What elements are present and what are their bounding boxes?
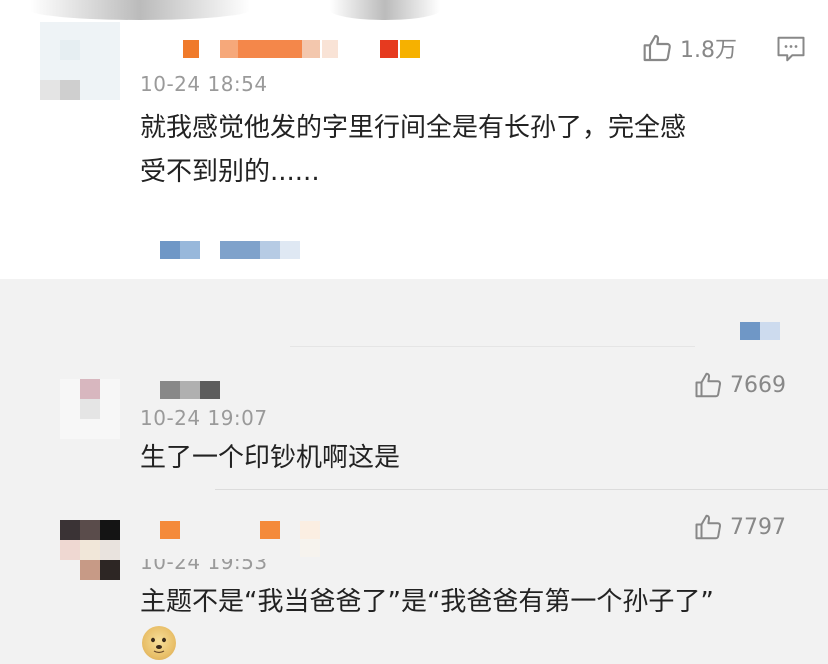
avatar[interactable] bbox=[60, 379, 120, 439]
like-button[interactable]: 7669 bbox=[694, 370, 786, 400]
divider bbox=[215, 489, 828, 490]
like-count: 7669 bbox=[730, 372, 786, 398]
like-count: 7797 bbox=[730, 514, 786, 540]
avatar[interactable] bbox=[40, 22, 120, 100]
doge-emoji-icon bbox=[142, 626, 176, 660]
thumbs-up-icon bbox=[643, 34, 671, 62]
comment-icon bbox=[777, 36, 805, 62]
thumbs-up-icon bbox=[695, 372, 722, 398]
comment-text: 主题不是“我当爸爸了”是“我爸爸有第一个孙子了” bbox=[140, 587, 714, 617]
like-button[interactable]: 7797 bbox=[694, 512, 786, 542]
comment-text-line: 就我感觉他发的字里行间全是有长孙了，完全感 bbox=[140, 113, 687, 143]
thumbs-up-icon bbox=[695, 514, 722, 540]
comment-timestamp: 10-24 19:53 bbox=[140, 550, 268, 574]
top-comment-card: 10-24 18:54 1.8万 就我感觉他发的字里行间全是有长孙了，完全感 受… bbox=[0, 0, 828, 279]
comment-text: 生了一个印钞机啊这是 bbox=[140, 443, 401, 473]
avatar[interactable] bbox=[60, 520, 120, 580]
reply-button[interactable] bbox=[776, 34, 806, 68]
comment-timestamp: 10-24 19:07 bbox=[140, 406, 268, 430]
divider bbox=[290, 346, 695, 347]
like-button[interactable]: 1.8万 bbox=[642, 32, 737, 64]
cropped-content-blur bbox=[30, 0, 250, 20]
like-count: 1.8万 bbox=[680, 38, 737, 63]
comment-text-line: 受不到别的...... bbox=[140, 157, 320, 187]
comment-timestamp: 10-24 18:54 bbox=[140, 72, 268, 96]
cropped-content-blur bbox=[330, 0, 440, 20]
